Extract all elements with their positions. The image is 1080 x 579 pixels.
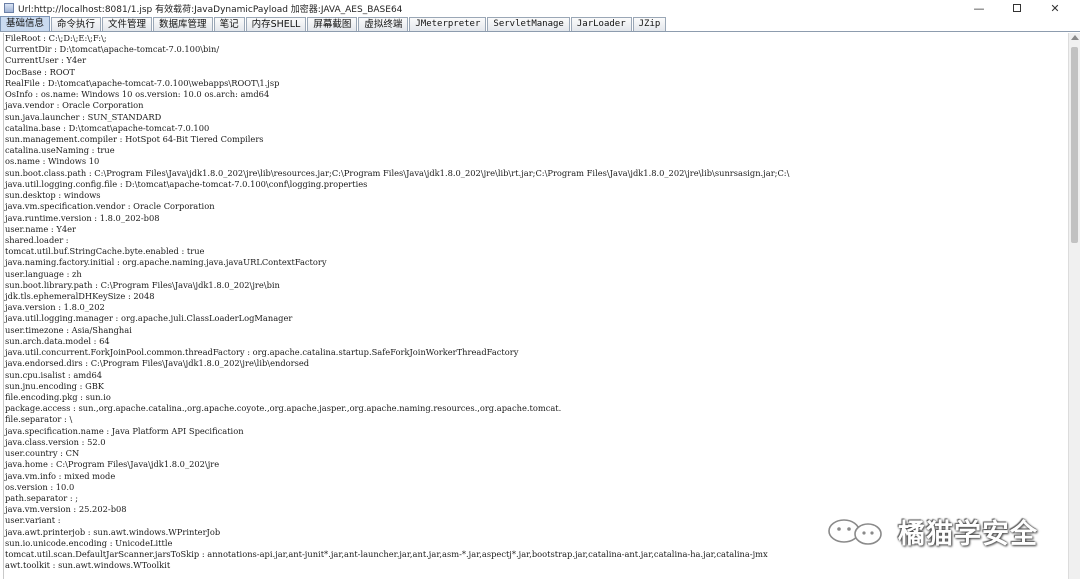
tab-3[interactable]: 数据库管理: [153, 17, 213, 31]
info-line: RealFile : D:\tomcat\apache-tomcat-7.0.1…: [5, 77, 280, 88]
info-line: java.util.logging.manager : org.apache.j…: [5, 313, 293, 324]
info-line: sun.arch.data.model : 64: [5, 335, 110, 346]
watermark: 橘猫学安全: [822, 512, 1038, 551]
info-line: java.util.concurrent.ForkJoinPool.common…: [5, 347, 519, 358]
window-title: Url:http://localhost:8081/1.jsp 有效载荷:Jav…: [18, 4, 403, 15]
info-line: java.util.logging.config.file : D:\tomca…: [5, 178, 368, 189]
info-line: user.language : zh: [5, 268, 82, 279]
wechat-logo-icon: [828, 518, 882, 545]
tab-9[interactable]: ServletManage: [487, 17, 570, 31]
window-controls: — ✕: [960, 0, 1074, 16]
tab-10[interactable]: JarLoader: [570, 17, 632, 31]
app-icon: [4, 3, 14, 13]
tab-bar: 基础信息 命令执行 文件管理 数据库管理 笔记 内存SHELL 屏幕截图 虚拟终端 JMeter…: [0, 16, 1080, 32]
info-line: file.separator : \: [5, 414, 73, 425]
tab-7[interactable]: 虚拟终端: [358, 17, 409, 31]
info-line: user.name : Y4er: [5, 223, 76, 234]
tab-1[interactable]: 命令执行: [51, 17, 102, 31]
minimize-button[interactable]: —: [960, 0, 998, 16]
info-line: java.home : C:\Program Files\Java\jdk1.8…: [5, 459, 220, 470]
title-bar: Url:http://localhost:8081/1.jsp 有效载荷:Jav…: [0, 0, 1080, 16]
info-line: java.runtime.version : 1.8.0_202-b08: [5, 212, 160, 223]
info-line: CurrentUser : Y4er: [5, 55, 87, 66]
info-line: sun.management.compiler : HotSpot 64-Bit…: [5, 133, 264, 144]
tab-2[interactable]: 文件管理: [102, 17, 153, 31]
info-line: java.vm.info : mixed mode: [5, 470, 116, 481]
info-line: sun.java.launcher : SUN_STANDARD: [5, 111, 162, 122]
info-line: os.name : Windows 10: [5, 156, 100, 167]
info-line: java.specification.name : Java Platform …: [5, 425, 244, 436]
tab-8[interactable]: JMeterpreter: [409, 17, 487, 31]
scroll-up-icon[interactable]: [1071, 35, 1079, 40]
info-line: java.class.version : 52.0: [5, 436, 106, 447]
vertical-scrollbar[interactable]: [1068, 33, 1080, 579]
minimize-icon: —: [973, 1, 985, 15]
info-line: file.encoding.pkg : sun.io: [5, 392, 111, 402]
info-line: tomcat.util.scan.DefaultJarScanner.jarsT…: [5, 549, 768, 560]
info-line: java.naming.factory.initial : org.apache…: [5, 257, 327, 268]
info-line: user.country : CN: [5, 448, 80, 459]
close-button[interactable]: ✕: [1036, 0, 1074, 16]
tab-5[interactable]: 内存SHELL: [245, 17, 307, 31]
info-panel[interactable]: FileRoot : C:\;D:\;E:\;F:\; CurrentDir : …: [3, 33, 1068, 579]
info-line: awt.toolkit : sun.awt.windows.WToolkit: [5, 560, 171, 571]
info-line: jdk.tls.ephemeralDHKeySize : 2048: [5, 291, 155, 302]
info-line: sun.io.unicode.encoding : UnicodeLittle: [5, 537, 173, 548]
info-line: CurrentDir : D:\tomcat\apache-tomcat-7.0…: [5, 44, 220, 55]
maximize-icon: [1013, 4, 1021, 12]
tab-0[interactable]: 基础信息: [0, 16, 51, 31]
info-line: java.vm.specification.vendor : Oracle Co…: [5, 201, 215, 212]
info-line: user.timezone : Asia/Shanghai: [5, 324, 132, 335]
info-line: sun.boot.class.path : C:\Program Files\J…: [5, 167, 790, 178]
info-line: java.vm.version : 25.202-b08: [5, 504, 127, 515]
info-line: java.vendor : Oracle Corporation: [5, 100, 144, 111]
info-line: java.version : 1.8.0_202: [5, 302, 105, 313]
tab-11[interactable]: JZip: [632, 17, 667, 31]
info-line: FileRoot : C:\;D:\;E:\;F:\;: [5, 33, 107, 43]
info-line: sun.desktop : windows: [5, 190, 101, 201]
info-line: sun.boot.library.path : C:\Program Files…: [5, 279, 280, 290]
tab-6[interactable]: 屏幕截图: [307, 17, 358, 31]
info-line: tomcat.util.buf.StringCache.byte.enabled…: [5, 246, 205, 257]
info-line: java.awt.printerjob : sun.awt.windows.WP…: [5, 526, 221, 537]
tab-4[interactable]: 笔记: [213, 17, 245, 31]
watermark-text: 橘猫学安全: [898, 519, 1038, 550]
close-icon: ✕: [1050, 1, 1060, 15]
scrollbar-thumb[interactable]: [1071, 47, 1078, 243]
info-line: catalina.useNaming : true: [5, 145, 115, 156]
info-line: os.version : 10.0: [5, 481, 75, 492]
maximize-button[interactable]: [998, 0, 1036, 16]
info-line: user.variant :: [5, 515, 61, 526]
info-line: DocBase : ROOT: [5, 66, 75, 77]
info-line: sun.cpu.isalist : amd64: [5, 369, 103, 380]
info-line: catalina.base : D:\tomcat\apache-tomcat-…: [5, 122, 210, 133]
info-line: java.endorsed.dirs : C:\Program Files\Ja…: [5, 358, 310, 369]
info-line: shared.loader :: [5, 234, 69, 245]
info-line: sun.jnu.encoding : GBK: [5, 380, 104, 391]
info-line: OsInfo : os.name: Windows 10 os.version:…: [5, 89, 270, 100]
info-line: path.separator : ;: [5, 492, 79, 503]
info-lines: FileRoot : C:\;D:\;E:\;F:\; CurrentDir : …: [4, 33, 789, 572]
info-line: package.access : sun.,org.apache.catalin…: [5, 403, 562, 414]
